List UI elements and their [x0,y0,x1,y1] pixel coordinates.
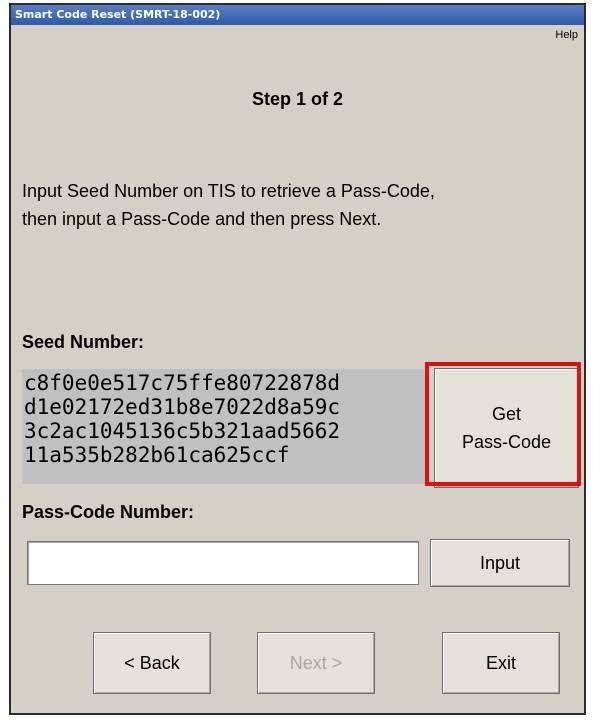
next-button[interactable]: Next > [257,632,375,694]
seed-number-label: Seed Number: [22,332,145,352]
get-passcode-button[interactable]: Get Pass-Code [434,368,579,488]
get-passcode-label-line-1: Get [491,404,521,424]
help-menu[interactable]: Help [555,29,578,41]
passcode-number-input[interactable] [27,541,419,585]
seed-line-2: d1e02172ed31b8e7022d8a59c [24,395,341,419]
seed-number-display: c8f0e0e517c75ffe80722878d d1e02172ed31b8… [22,369,427,484]
get-passcode-label-line-2: Pass-Code [461,432,552,452]
seed-line-3: 3c2ac1045136c5b321aad5662 [24,419,341,443]
smart-code-reset-dialog: Smart Code Reset (SMRT-18-002) Help Step… [9,3,586,715]
step-title: Step 1 of 2 [251,89,344,109]
exit-button[interactable]: Exit [442,632,560,694]
window-title: Smart Code Reset (SMRT-18-002) [11,5,584,25]
instructions-text: Input Seed Number on TIS to retrieve a P… [22,177,572,233]
instructions-line-2: then input a Pass-Code and then press Ne… [22,209,382,229]
seed-line-1: c8f0e0e517c75ffe80722878d [24,371,341,395]
passcode-number-label: Pass-Code Number: [22,502,195,522]
seed-line-4: 11a535b282b61ca625ccf [24,443,290,467]
back-button[interactable]: < Back [93,632,211,694]
input-button[interactable]: Input [430,539,570,587]
instructions-line-1: Input Seed Number on TIS to retrieve a P… [22,181,435,201]
